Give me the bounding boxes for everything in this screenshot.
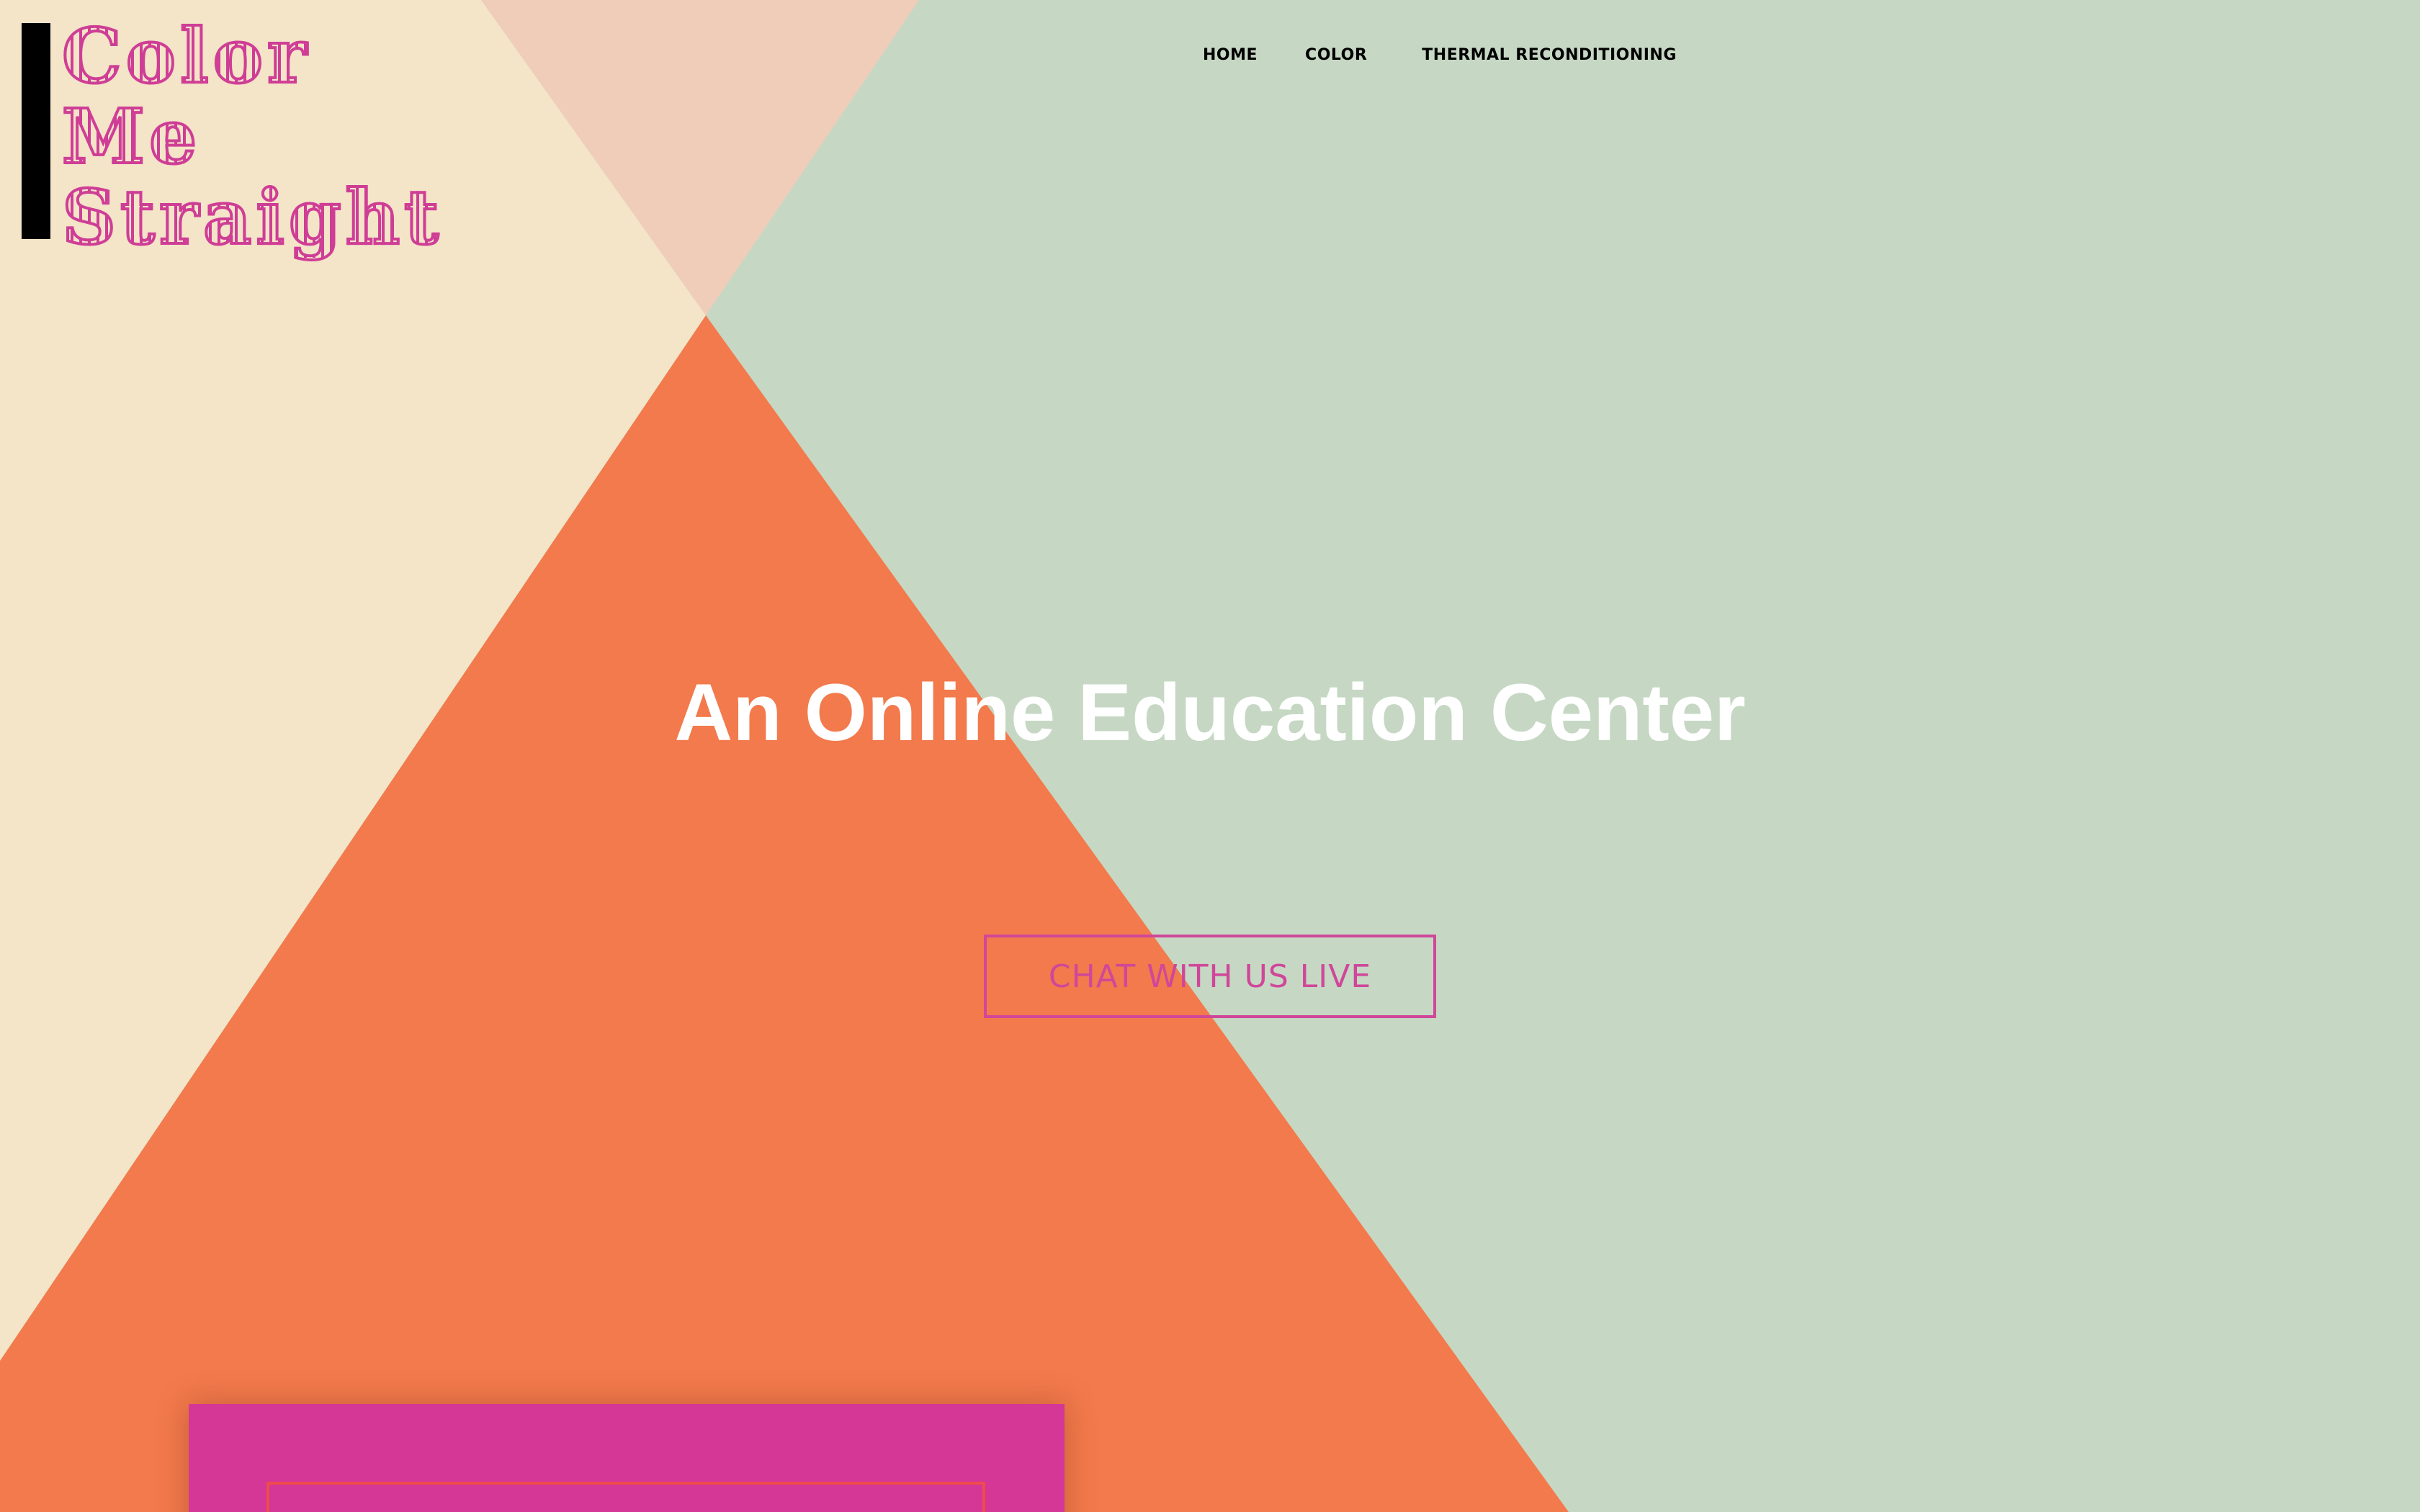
logo-line-1: Color	[60, 12, 311, 100]
nav-item-home[interactable]: HOME	[1203, 46, 1258, 64]
featured-card	[189, 1404, 1065, 1512]
logo-text: Color Me Straight	[60, 12, 444, 261]
page: Color Me Straight HOME COLOR THERMAL REC…	[0, 0, 2420, 1512]
chat-live-button[interactable]: CHAT WITH US LIVE	[984, 935, 1436, 1018]
logo-line-3: Straight	[60, 173, 444, 261]
site-logo[interactable]: Color Me Straight	[22, 14, 511, 259]
logo-bar	[22, 23, 50, 239]
main-nav: HOME COLOR THERMAL RECONDITIONING	[1203, 43, 1677, 66]
hero-title: An Online Education Center	[674, 667, 1746, 757]
card-inner-frame	[266, 1482, 985, 1512]
logo-line-2: Me	[60, 92, 202, 181]
nav-item-thermal-reconditioning[interactable]: THERMAL RECONDITIONING	[1422, 46, 1677, 64]
nav-item-color[interactable]: COLOR	[1305, 46, 1367, 64]
